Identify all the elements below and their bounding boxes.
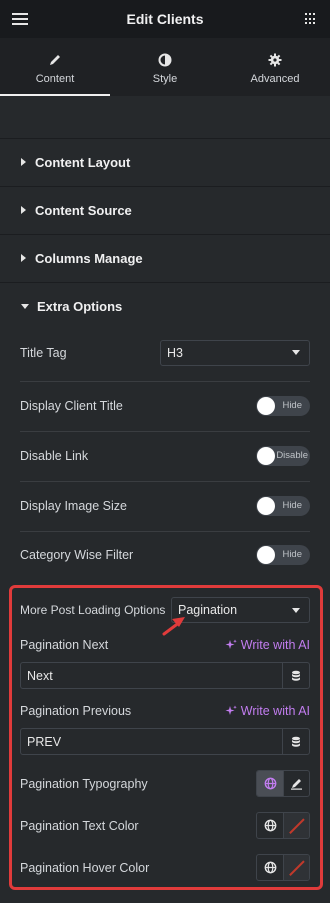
pagination-text-color-control: Pagination Text Color xyxy=(20,812,310,839)
gear-icon xyxy=(268,52,282,67)
toggle-knob xyxy=(257,546,275,564)
tab-label: Style xyxy=(152,73,178,85)
display-client-title-toggle[interactable]: Hide xyxy=(256,396,310,416)
sparkle-icon xyxy=(225,705,237,715)
color-button-group xyxy=(256,854,310,881)
tab-content[interactable]: Content xyxy=(0,38,110,96)
display-image-size-toggle[interactable]: Hide xyxy=(256,496,310,516)
color-swatch-button[interactable] xyxy=(283,855,309,880)
tab-style[interactable]: Style xyxy=(110,38,220,96)
category-wise-filter-label: Category Wise Filter xyxy=(20,548,134,562)
disable-link-control: Disable Link Disable xyxy=(20,446,310,466)
globe-button[interactable] xyxy=(257,771,283,796)
display-image-size-control: Display Image Size Hide xyxy=(20,496,310,516)
chevron-down-icon xyxy=(292,350,300,355)
pagination-hover-color-label: Pagination Hover Color xyxy=(20,860,150,875)
pagination-next-value: Next xyxy=(27,668,53,683)
tab-label: Advanced xyxy=(250,73,300,85)
color-swatch-button[interactable] xyxy=(283,813,309,838)
pencil-icon xyxy=(291,779,302,790)
color-button-group xyxy=(256,812,310,839)
write-with-ai-label: Write with AI xyxy=(240,704,310,718)
toggle-knob xyxy=(257,447,275,465)
write-with-ai-button[interactable]: Write with AI xyxy=(225,638,310,652)
caret-right-icon xyxy=(21,254,26,262)
database-icon xyxy=(292,736,300,747)
dynamic-tags-button[interactable] xyxy=(282,729,309,754)
dynamic-tags-button[interactable] xyxy=(282,663,309,688)
toggle-knob xyxy=(257,397,275,415)
tab-label: Content xyxy=(35,73,75,85)
section-content-source[interactable]: Content Source xyxy=(0,186,330,233)
disable-link-toggle[interactable]: Disable xyxy=(256,446,310,466)
title-tag-select[interactable]: H3 xyxy=(160,339,310,366)
chevron-down-icon xyxy=(292,607,300,613)
half-circle-icon xyxy=(158,52,172,67)
pagination-hover-color-control: Pagination Hover Color xyxy=(20,854,310,881)
section-content-layout[interactable]: Content Layout xyxy=(0,138,330,185)
globe-icon xyxy=(264,777,276,790)
write-with-ai-button[interactable]: Write with AI xyxy=(225,704,310,718)
category-wise-filter-toggle[interactable]: Hide xyxy=(256,545,310,565)
section-title: Content Layout xyxy=(35,154,131,170)
more-post-loading-label: More Post Loading Options xyxy=(20,603,166,617)
globe-icon xyxy=(264,819,276,832)
panel-tabs: Content Style Advanced xyxy=(0,38,330,96)
pagination-typography-label: Pagination Typography xyxy=(20,776,148,791)
divider xyxy=(20,381,310,382)
caret-right-icon xyxy=(21,206,26,214)
grid-icon[interactable] xyxy=(305,13,317,25)
toggle-text: Hide xyxy=(282,549,302,560)
toggle-knob xyxy=(257,497,275,515)
toggle-text: Hide xyxy=(282,400,302,411)
write-with-ai-label: Write with AI xyxy=(240,638,310,652)
category-wise-filter-control: Category Wise Filter Hide xyxy=(20,545,310,565)
disable-link-label: Disable Link xyxy=(20,449,89,463)
display-client-title-label: Display Client Title xyxy=(20,399,123,413)
globe-icon xyxy=(264,861,276,874)
title-tag-control: Title Tag H3 xyxy=(20,339,310,366)
section-title: Extra Options xyxy=(37,298,123,314)
caret-down-icon xyxy=(21,303,29,309)
hamburger-icon[interactable] xyxy=(12,13,28,25)
pagination-previous-label: Pagination Previous xyxy=(20,704,132,718)
pagination-typography-control: Pagination Typography xyxy=(20,770,310,797)
title-tag-value: H3 xyxy=(167,345,183,360)
database-icon xyxy=(292,670,300,681)
pagination-next-input[interactable]: Next xyxy=(20,662,310,689)
pagination-previous-input[interactable]: PREV xyxy=(20,728,310,755)
globe-button[interactable] xyxy=(257,813,283,838)
pagination-previous-value: PREV xyxy=(27,734,62,749)
toggle-text: Disable xyxy=(276,450,308,461)
pagination-next-header: Pagination Next Write with AI xyxy=(20,636,310,654)
edit-typography-button[interactable] xyxy=(283,771,309,796)
section-columns-manage[interactable]: Columns Manage xyxy=(0,234,330,281)
title-tag-label: Title Tag xyxy=(20,345,67,360)
more-post-loading-select[interactable]: Pagination xyxy=(171,597,310,623)
divider xyxy=(20,481,310,482)
typography-button-group xyxy=(256,770,310,797)
toggle-text: Hide xyxy=(282,500,302,511)
divider xyxy=(20,531,310,532)
divider xyxy=(20,431,310,432)
pagination-next-label: Pagination Next xyxy=(20,638,109,652)
display-client-title-control: Display Client Title Hide xyxy=(20,396,310,416)
section-extra-options[interactable]: Extra Options xyxy=(0,282,330,329)
pencil-icon xyxy=(48,52,62,67)
annotation-arrow-icon xyxy=(162,617,185,636)
editor-header: Edit Clients xyxy=(0,0,330,38)
pagination-text-color-label: Pagination Text Color xyxy=(20,818,139,833)
tab-advanced[interactable]: Advanced xyxy=(220,38,330,96)
caret-right-icon xyxy=(21,158,26,166)
globe-button[interactable] xyxy=(257,855,283,880)
section-title: Content Source xyxy=(35,202,132,218)
section-title: Columns Manage xyxy=(35,250,143,266)
display-image-size-label: Display Image Size xyxy=(20,499,127,513)
panel-title: Edit Clients xyxy=(126,11,204,27)
pagination-previous-header: Pagination Previous Write with AI xyxy=(20,702,310,720)
sparkle-icon xyxy=(225,639,237,649)
